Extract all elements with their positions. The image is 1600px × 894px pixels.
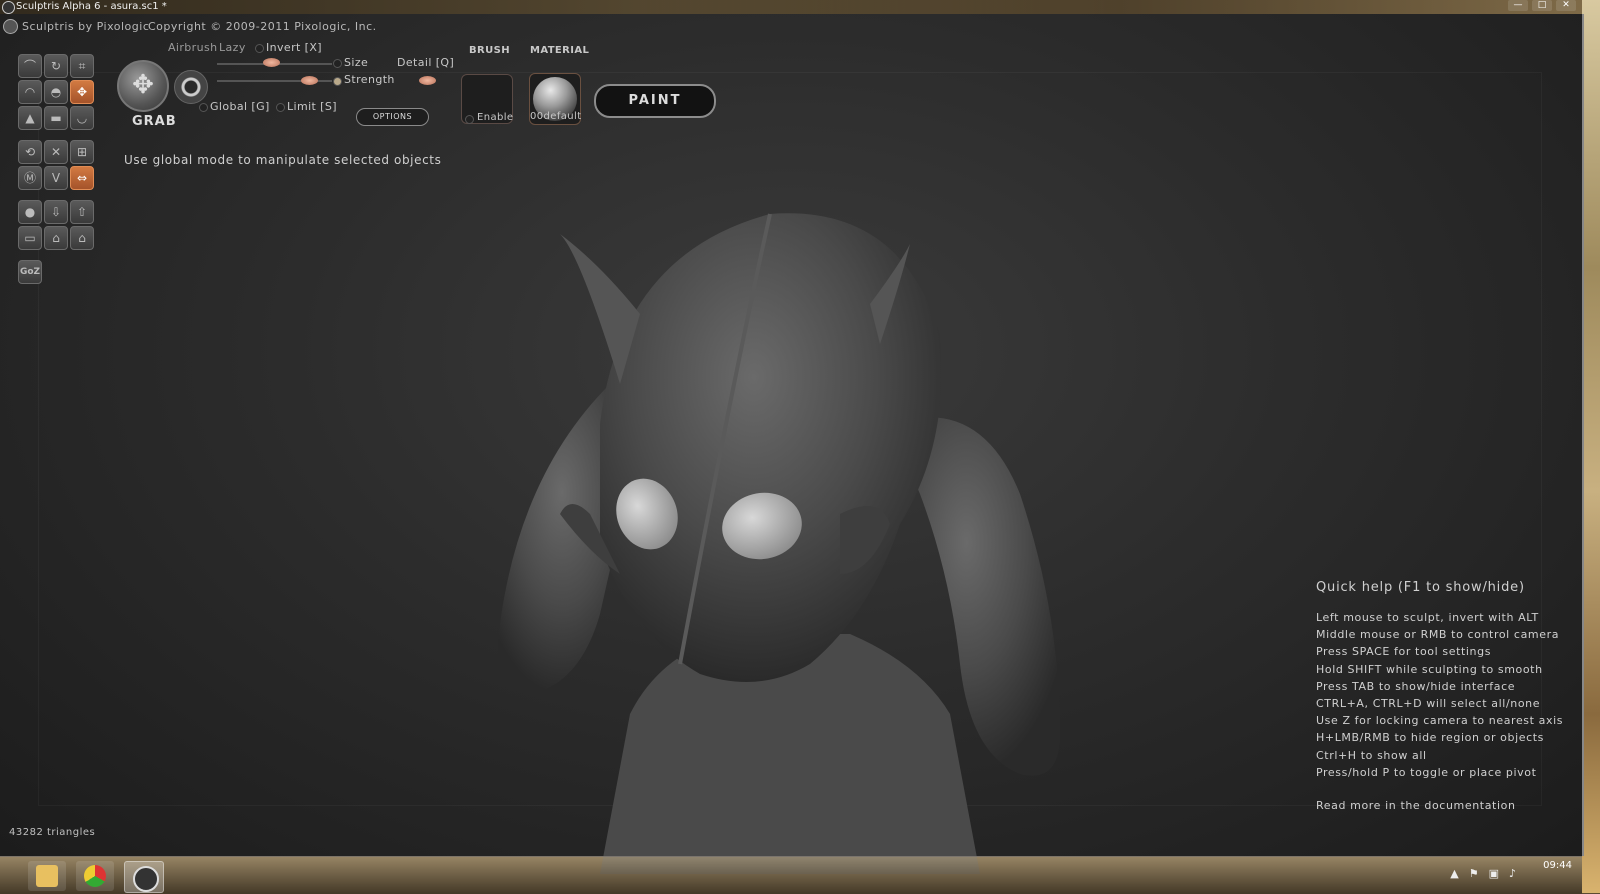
scale-icon[interactable]: ⌗ xyxy=(70,54,94,78)
app-icon xyxy=(2,1,15,14)
plane-icon[interactable]: ▭ xyxy=(18,226,42,250)
quick-help-line: Left mouse to sculpt, invert with ALT xyxy=(1316,611,1539,624)
brand-text: Sculptris by Pixologic xyxy=(22,20,150,33)
brush-enable-radio[interactable] xyxy=(465,115,474,124)
material-heading: MATERIAL xyxy=(530,45,590,56)
limit-label[interactable]: Limit [S] xyxy=(287,100,337,113)
quick-help-line: Press TAB to show/hide interface xyxy=(1316,679,1516,693)
brush-heading: BRUSH xyxy=(469,45,511,56)
airbrush-label[interactable]: Airbrush xyxy=(168,41,217,54)
brush-enable-label[interactable]: Enable xyxy=(477,112,513,123)
material-name: 00default xyxy=(530,111,582,122)
size-slider-thumb[interactable] xyxy=(263,58,281,67)
global-label[interactable]: Global [G] xyxy=(210,100,270,113)
tool-name: GRAB xyxy=(132,114,177,129)
size-label: Size xyxy=(344,56,369,69)
subdivide-icon[interactable]: ⊞ xyxy=(70,140,94,164)
sphere-icon[interactable]: ● xyxy=(18,200,42,224)
window-controls: — □ ✕ xyxy=(1508,0,1576,14)
detail-slider-thumb[interactable] xyxy=(419,76,436,85)
tool-hint: Use global mode to manipulate selected o… xyxy=(124,153,442,167)
invert-label[interactable]: Invert [X] xyxy=(266,41,322,54)
grab-tool-icon[interactable]: ✥ xyxy=(117,60,169,112)
taskbar-sculptris[interactable] xyxy=(124,861,164,893)
copyright-text: Copyright © 2009-2011 Pixologic, Inc. xyxy=(148,20,377,33)
smooth-icon[interactable]: ◡ xyxy=(70,106,94,130)
global-radio[interactable] xyxy=(199,103,208,112)
wireframe-icon[interactable]: ✕ xyxy=(44,140,68,164)
quick-help-panel: Quick help (F1 to show/hide) Left mouse … xyxy=(1316,580,1563,816)
brush-radius-knob[interactable] xyxy=(174,70,208,104)
sculptris-icon xyxy=(133,866,159,892)
crease-icon[interactable]: ⌒ xyxy=(18,54,42,78)
reduce-icon[interactable]: Ⓜ xyxy=(18,166,42,190)
quick-help-line: CTRL+A, CTRL+D will select all/none xyxy=(1316,696,1541,710)
tray-arrow-icon[interactable]: ▲ xyxy=(1450,867,1458,880)
quick-help-title: Quick help (F1 to show/hide) xyxy=(1316,580,1525,595)
inflate-icon[interactable]: ◓ xyxy=(44,80,68,104)
minimize-button[interactable]: — xyxy=(1508,0,1528,11)
draw-icon[interactable]: ◠ xyxy=(18,80,42,104)
maximize-button[interactable]: □ xyxy=(1532,0,1552,11)
limit-radio[interactable] xyxy=(276,103,285,112)
window-title: Sculptris Alpha 6 - asura.sc1 * xyxy=(16,1,167,12)
close-button[interactable]: ✕ xyxy=(1556,0,1576,11)
flag-icon[interactable]: ⚑ xyxy=(1469,867,1479,880)
quick-help-line: Ctrl+H to show all xyxy=(1316,748,1427,762)
detail-label[interactable]: Detail [Q] xyxy=(397,56,454,69)
quick-help-line: Hold SHIFT while sculpting to smooth xyxy=(1316,662,1543,676)
flatten-icon[interactable]: ▬ xyxy=(44,106,68,130)
pinch-icon[interactable]: ▲ xyxy=(18,106,42,130)
mask-icon[interactable]: V xyxy=(44,166,68,190)
rotate-icon[interactable]: ↻ xyxy=(44,54,68,78)
sculptris-logo-icon xyxy=(3,19,18,34)
grab-icon[interactable]: ✥ xyxy=(70,80,94,104)
clock[interactable]: 09:44 xyxy=(1543,860,1572,871)
strength-label: Strength xyxy=(344,73,395,86)
save-icon[interactable]: ⌂ xyxy=(44,226,68,250)
documentation-link[interactable]: Read more in the documentation xyxy=(1316,799,1563,816)
desktop-wallpaper-right xyxy=(1582,0,1600,893)
size-radio[interactable] xyxy=(333,59,342,68)
quick-help-line: Middle mouse or RMB to control camera xyxy=(1316,628,1560,642)
network-icon[interactable]: ▣ xyxy=(1489,867,1499,880)
sculpt-model[interactable] xyxy=(480,194,1100,874)
invert-radio[interactable] xyxy=(255,44,264,53)
quick-help-line: H+LMB/RMB to hide region or objects xyxy=(1316,731,1545,745)
quick-help-line: Press/hold P to toggle or place pivot xyxy=(1316,765,1537,779)
system-tray: ▲ ⚑ ▣ ♪ xyxy=(1450,867,1516,880)
taskbar: ▲ ⚑ ▣ ♪ 09:44 xyxy=(0,856,1582,894)
folder-icon xyxy=(36,865,58,887)
lazy-label[interactable]: Lazy xyxy=(219,41,246,54)
goz-icon[interactable]: GoZ xyxy=(18,260,42,284)
mirror-icon[interactable]: ⇔ xyxy=(70,166,94,190)
taskbar-folder[interactable] xyxy=(28,861,66,891)
paint-button[interactable]: PAINT xyxy=(594,84,716,118)
quick-help-line: Press SPACE for tool settings xyxy=(1316,645,1492,659)
chrome-icon xyxy=(84,865,106,887)
options-button[interactable]: OPTIONS xyxy=(356,108,429,126)
clock-time: 09:44 xyxy=(1543,860,1572,871)
symmetry-icon[interactable]: ⟲ xyxy=(18,140,42,164)
open-icon[interactable]: ⌂ xyxy=(70,226,94,250)
taskbar-chrome[interactable] xyxy=(76,861,114,891)
sculptris-app: Sculptris by Pixologic Copyright © 2009-… xyxy=(0,14,1584,874)
export-icon[interactable]: ⇧ xyxy=(70,200,94,224)
strength-radio[interactable] xyxy=(333,77,342,86)
window-title-bar[interactable]: Sculptris Alpha 6 - asura.sc1 * — □ ✕ xyxy=(0,0,1582,14)
quick-help-line: Use Z for locking camera to nearest axis xyxy=(1316,714,1564,728)
import-icon[interactable]: ⇩ xyxy=(44,200,68,224)
triangle-count: 43282 triangles xyxy=(9,827,96,838)
volume-icon[interactable]: ♪ xyxy=(1509,867,1516,880)
